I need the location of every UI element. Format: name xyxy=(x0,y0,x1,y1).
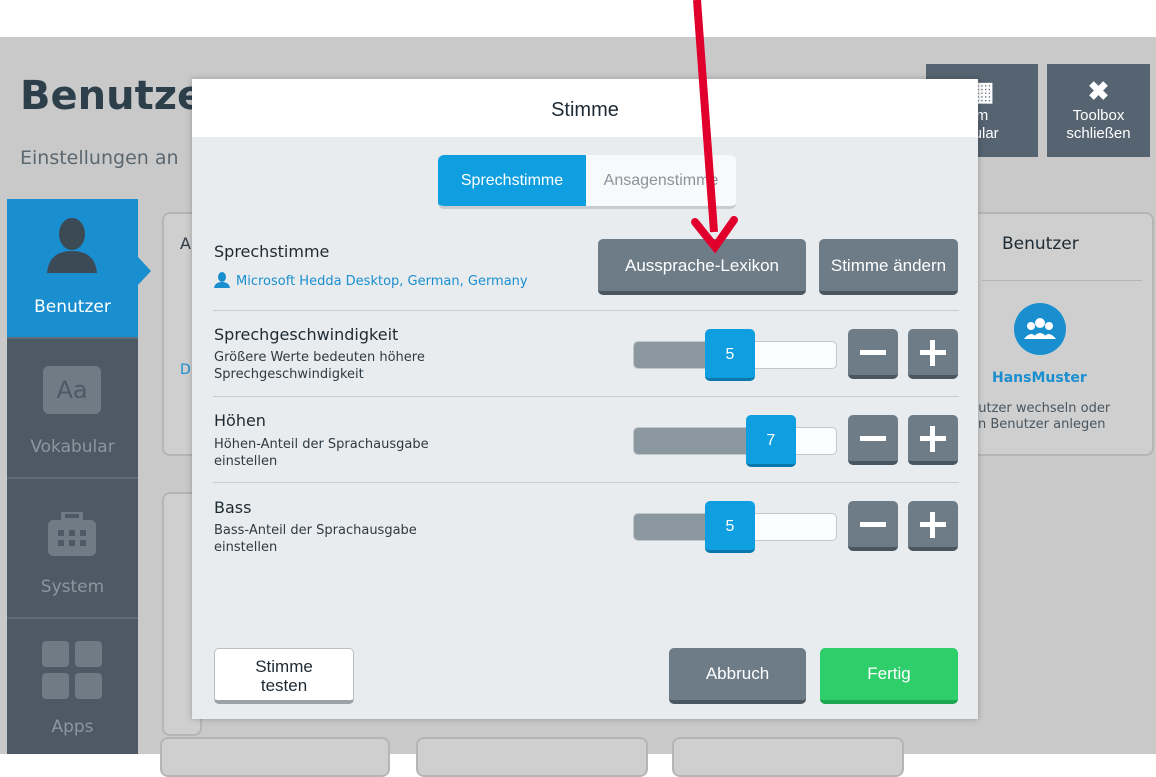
user-hint: nutzer wechseln oder en Benutzer anlegen xyxy=(970,401,1111,432)
change-voice-button[interactable]: Stimme ändern xyxy=(819,239,958,295)
voice-tab-switch: Sprechstimme Ansagenstimme xyxy=(438,155,736,209)
pronunciation-lexicon-button[interactable]: Aussprache-Lexikon xyxy=(598,239,806,295)
divider xyxy=(213,396,959,397)
aa-icon: Aa xyxy=(43,366,101,414)
divider xyxy=(213,310,959,311)
bass-title: Bass xyxy=(214,498,252,517)
voice-dialog: Stimme Sprechstimme Ansagenstimme Sprech… xyxy=(192,79,978,719)
sidebar-item-vokabular[interactable]: Aa Vokabular xyxy=(7,339,138,479)
voice-section-title: Sprechstimme xyxy=(214,242,330,261)
divider xyxy=(982,280,1142,281)
speech-rate-desc: Größere Werte bedeuten höhere Sprechgesc… xyxy=(214,350,425,382)
user-name: HansMuster xyxy=(992,370,1087,386)
done-button[interactable]: Fertig xyxy=(820,648,958,704)
treble-decrease-button[interactable] xyxy=(848,415,898,465)
background-card xyxy=(416,737,648,777)
sidebar-item-system[interactable]: System xyxy=(7,479,138,619)
bass-desc: Bass-Anteil der Sprachausgabe einstellen xyxy=(214,523,417,555)
speech-rate-decrease-button[interactable] xyxy=(848,329,898,379)
toolbox-icon xyxy=(48,512,96,556)
bass-decrease-button[interactable] xyxy=(848,501,898,551)
divider xyxy=(213,482,959,483)
close-toolbox-button[interactable]: ✖ Toolbox schließen xyxy=(1047,64,1150,157)
sidebar: Benutzer Aa Vokabular System Apps xyxy=(7,199,151,754)
bass-increase-button[interactable] xyxy=(908,501,958,551)
treble-increase-button[interactable] xyxy=(908,415,958,465)
user-card[interactable]: Benutzer HansMuster nutzer wechseln oder… xyxy=(960,212,1154,456)
dialog-title: Stimme xyxy=(192,79,978,137)
sidebar-item-apps[interactable]: Apps xyxy=(7,619,138,759)
speech-rate-title: Sprechgeschwindigkeit xyxy=(214,325,399,344)
sidebar-item-benutzer[interactable]: Benutzer xyxy=(7,199,151,339)
users-icon xyxy=(1014,303,1066,355)
minus-icon xyxy=(860,436,886,441)
speech-rate-increase-button[interactable] xyxy=(908,329,958,379)
minus-icon xyxy=(860,350,886,355)
test-voice-button[interactable]: Stimme testen xyxy=(214,648,354,704)
treble-slider[interactable] xyxy=(633,427,837,455)
speech-rate-slider-thumb[interactable]: 5 xyxy=(705,329,755,381)
person-icon xyxy=(214,272,230,288)
cancel-button[interactable]: Abbruch xyxy=(669,648,806,704)
tab-ansagenstimme[interactable]: Ansagenstimme xyxy=(586,155,736,206)
treble-slider-thumb[interactable]: 7 xyxy=(745,415,796,467)
background-card xyxy=(160,737,390,777)
voice-name: Microsoft Hedda Desktop, German, Germany xyxy=(214,272,528,289)
apps-icon xyxy=(42,641,102,699)
user-icon xyxy=(47,218,97,273)
active-indicator xyxy=(138,257,151,285)
close-icon: ✖ xyxy=(1087,76,1110,106)
minus-icon xyxy=(860,522,886,527)
bass-slider-thumb[interactable]: 5 xyxy=(705,501,755,553)
user-card-title: Benutzer xyxy=(1002,234,1079,254)
treble-title: Höhen xyxy=(214,411,266,430)
treble-desc: Höhen-Anteil der Sprachausgabe einstelle… xyxy=(214,437,429,469)
page-subtitle: Einstellungen an xyxy=(20,147,179,169)
background-card xyxy=(672,737,904,777)
tab-sprechstimme[interactable]: Sprechstimme xyxy=(438,155,586,206)
